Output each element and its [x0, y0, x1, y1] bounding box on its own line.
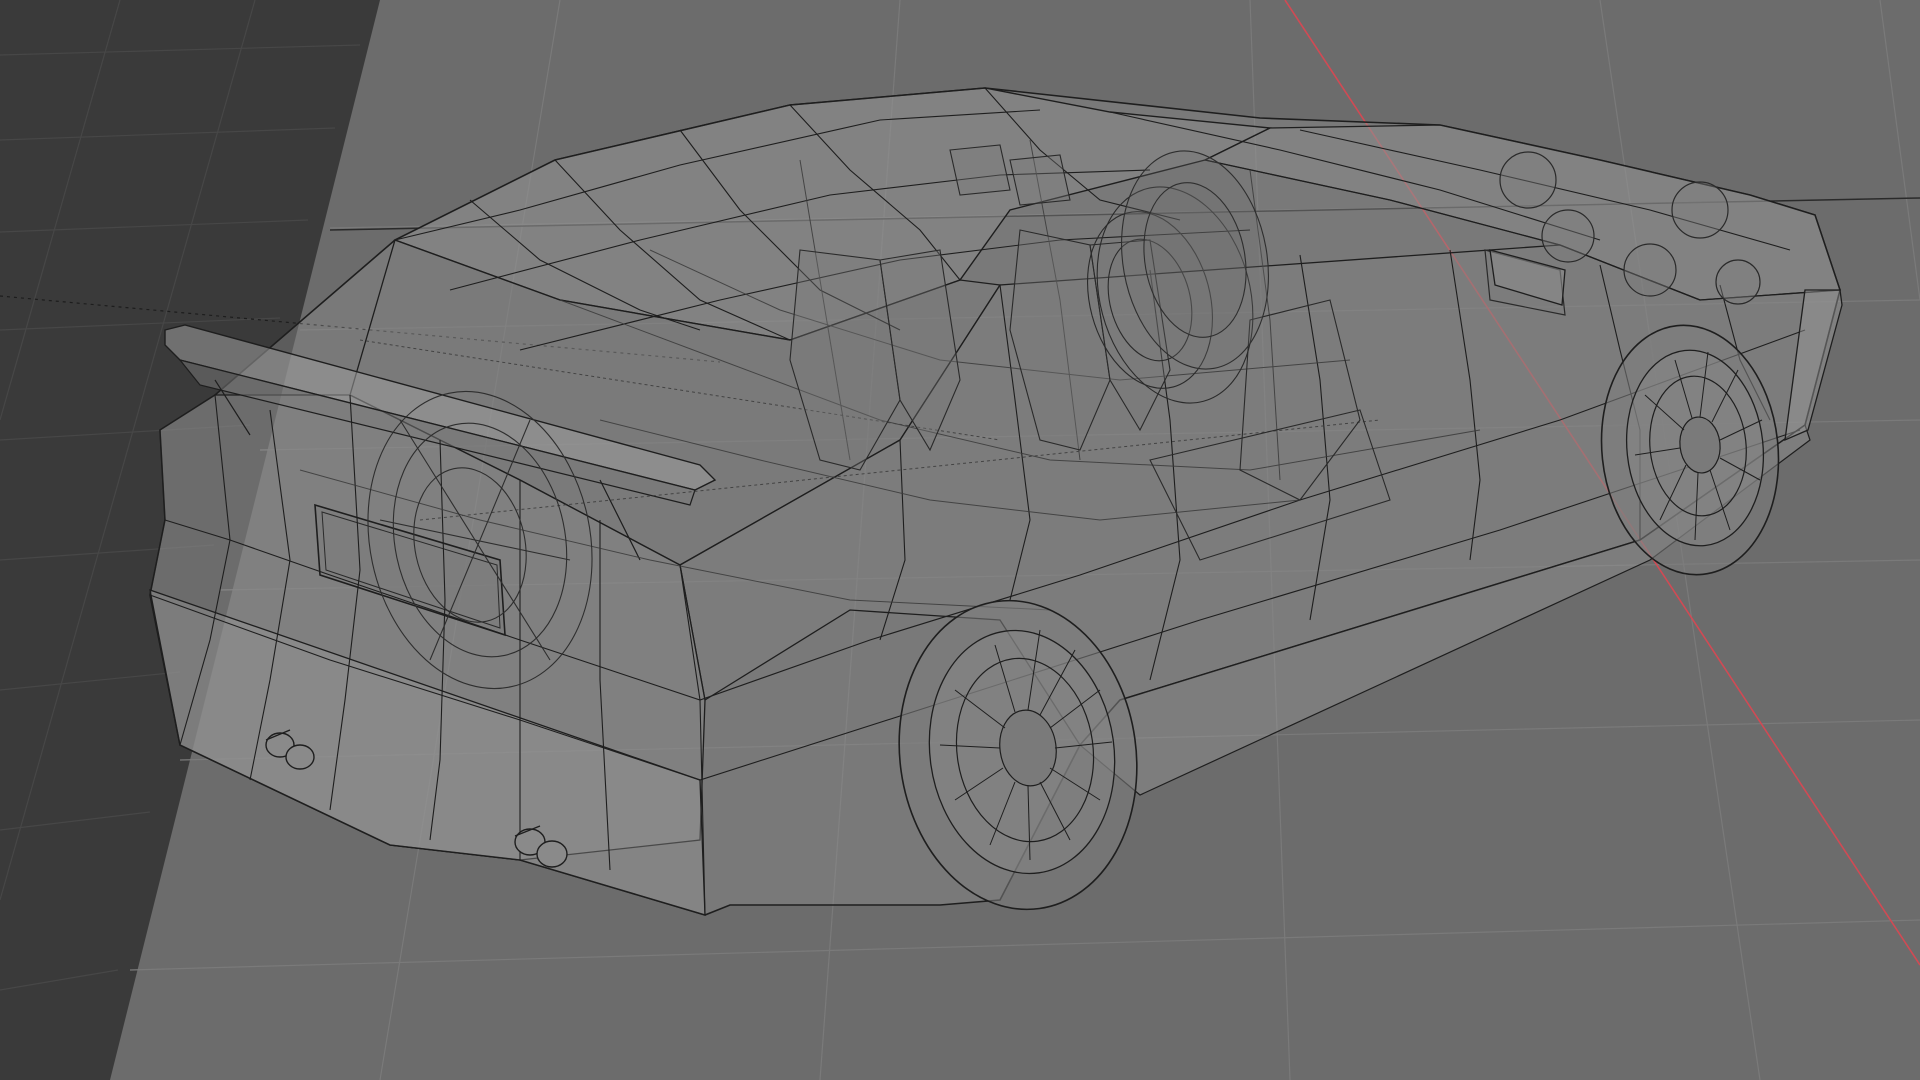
viewport-canvas[interactable]	[0, 0, 1920, 1080]
3d-viewport[interactable]	[0, 0, 1920, 1080]
